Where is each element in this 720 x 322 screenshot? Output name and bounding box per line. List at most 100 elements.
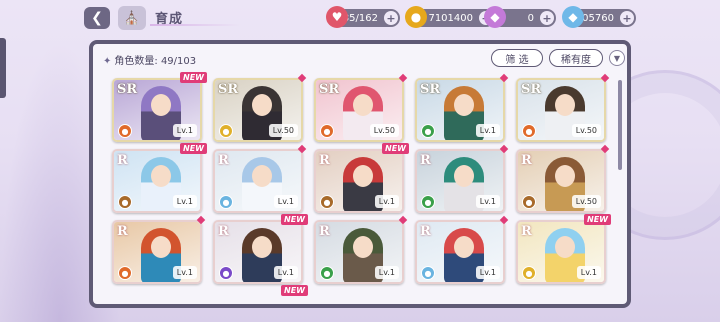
attribute-icon: ●	[219, 195, 233, 209]
paid-gem-value: 0	[527, 12, 534, 24]
character-grid: SR ● Lv.1 SR ● Lv.50 SR ● Lv.50 SR ● Lv.1 SR ● Lv.50 R ●…	[112, 78, 612, 284]
character-face	[555, 165, 575, 187]
add-paid-gems-button[interactable]: +	[540, 11, 554, 25]
character-face	[151, 236, 171, 258]
rarity-label: R	[521, 224, 532, 239]
character-card[interactable]: SR ● Lv.1	[112, 78, 202, 142]
character-face	[353, 165, 373, 187]
level-label: Lv.50	[571, 195, 601, 208]
character-card[interactable]: R ● Lv.1	[112, 149, 202, 213]
sort-rarity-button[interactable]: 稀有度	[549, 49, 603, 67]
character-card[interactable]: R ● Lv.1	[314, 149, 404, 213]
add-stamina-button[interactable]: +	[384, 11, 398, 25]
attribute-icon: ●	[118, 266, 132, 280]
rarity-label: R	[218, 153, 229, 168]
level-label: Lv.1	[172, 266, 197, 279]
level-label: Lv.1	[374, 266, 399, 279]
character-face	[454, 94, 474, 116]
character-card[interactable]: R ● Lv.1	[415, 220, 505, 284]
rarity-label: SR	[521, 82, 542, 97]
castle-home-icon: ⛪	[123, 10, 141, 26]
level-label: Lv.1	[374, 195, 399, 208]
new-badge: NEW	[281, 214, 308, 225]
character-card[interactable]: SR ● Lv.50	[213, 78, 303, 142]
coin-counter: ● 7101400 +	[405, 6, 495, 28]
character-card[interactable]: R ● Lv.50	[516, 149, 606, 213]
back-arrow-icon: ❮	[91, 10, 103, 26]
side-drawer-handle[interactable]	[0, 38, 6, 98]
rarity-label: R	[420, 153, 431, 168]
character-face	[353, 94, 373, 116]
character-card[interactable]: R ● Lv.1	[314, 220, 404, 284]
stamina-counter: ♥ 35/162 +	[326, 6, 400, 28]
rarity-label: R	[117, 153, 128, 168]
character-card[interactable]: R ● Lv.1	[516, 220, 606, 284]
home-button[interactable]: ⛪	[118, 6, 146, 30]
scrollbar[interactable]	[618, 80, 622, 170]
character-count-label: 角色数量: 49/103	[114, 56, 197, 67]
back-button[interactable]: ❮	[84, 7, 110, 29]
sparkle-icon: ✦	[103, 56, 112, 67]
attribute-icon: ●	[118, 195, 132, 209]
level-label: Lv.1	[172, 195, 197, 208]
character-card[interactable]: SR ● Lv.50	[516, 78, 606, 142]
new-badge: NEW	[281, 285, 308, 296]
rarity-label: SR	[420, 82, 441, 97]
level-label: Lv.1	[475, 195, 500, 208]
rarity-label: SR	[218, 82, 239, 97]
stamina-value: 35/162	[342, 12, 378, 24]
level-label: Lv.1	[273, 195, 298, 208]
rarity-label: R	[117, 224, 128, 239]
character-face	[454, 165, 474, 187]
level-label: Lv.50	[571, 124, 601, 137]
attribute-icon: ●	[320, 124, 334, 138]
level-label: Lv.1	[475, 124, 500, 137]
rarity-label: R	[319, 153, 330, 168]
gold-coin-icon: ●	[405, 6, 427, 28]
new-badge: NEW	[584, 214, 611, 225]
attribute-icon: ●	[522, 195, 536, 209]
character-card[interactable]: R ● Lv.1	[415, 149, 505, 213]
character-card[interactable]: R ● Lv.1	[213, 220, 303, 284]
attribute-icon: ●	[320, 195, 334, 209]
blue-gem-icon: ◆	[562, 6, 584, 28]
attribute-icon: ●	[522, 124, 536, 138]
filter-button[interactable]: 筛 选	[491, 49, 543, 67]
attribute-icon: ●	[219, 124, 233, 138]
character-list-panel: ✦ 角色数量: 49/103 筛 选 稀有度 ▼ SR ● Lv.1 SR ● Lv.50 S…	[89, 40, 631, 308]
heart-bag-icon: ♥	[326, 6, 348, 28]
rarity-label: R	[420, 224, 431, 239]
character-face	[252, 236, 272, 258]
attribute-icon: ●	[118, 124, 132, 138]
character-card[interactable]: SR ● Lv.50	[314, 78, 404, 142]
character-face	[353, 236, 373, 258]
character-face	[555, 236, 575, 258]
level-label: Lv.1	[475, 266, 500, 279]
character-face	[151, 165, 171, 187]
top-bar: ❮ ⛪ 育成 ♥ 35/162 + ● 7101400 + ◆ 0 + ◆ 10…	[0, 0, 720, 36]
level-label: Lv.1	[172, 124, 197, 137]
add-free-gems-button[interactable]: +	[620, 11, 634, 25]
attribute-icon: ●	[421, 124, 435, 138]
rarity-label: SR	[319, 82, 340, 97]
level-label: Lv.1	[273, 266, 298, 279]
character-card[interactable]: R ● Lv.1	[213, 149, 303, 213]
new-badge: NEW	[180, 72, 207, 83]
pink-gem-icon: ◆	[484, 6, 506, 28]
sort-order-chevron-icon[interactable]: ▼	[609, 50, 625, 66]
level-label: Lv.1	[576, 266, 601, 279]
new-badge: NEW	[382, 143, 409, 154]
attribute-icon: ●	[522, 266, 536, 280]
free-gem-counter: ◆ 105760 +	[562, 6, 636, 28]
level-label: Lv.50	[268, 124, 298, 137]
character-card[interactable]: SR ● Lv.1	[415, 78, 505, 142]
attribute-icon: ●	[421, 195, 435, 209]
character-face	[151, 94, 171, 116]
rarity-label: R	[218, 224, 229, 239]
character-count: ✦ 角色数量: 49/103	[103, 52, 196, 67]
level-label: Lv.50	[369, 124, 399, 137]
paid-gem-counter: ◆ 0 +	[484, 6, 556, 28]
character-card[interactable]: R ● Lv.1	[112, 220, 202, 284]
character-face	[252, 94, 272, 116]
new-badge: NEW	[180, 143, 207, 154]
